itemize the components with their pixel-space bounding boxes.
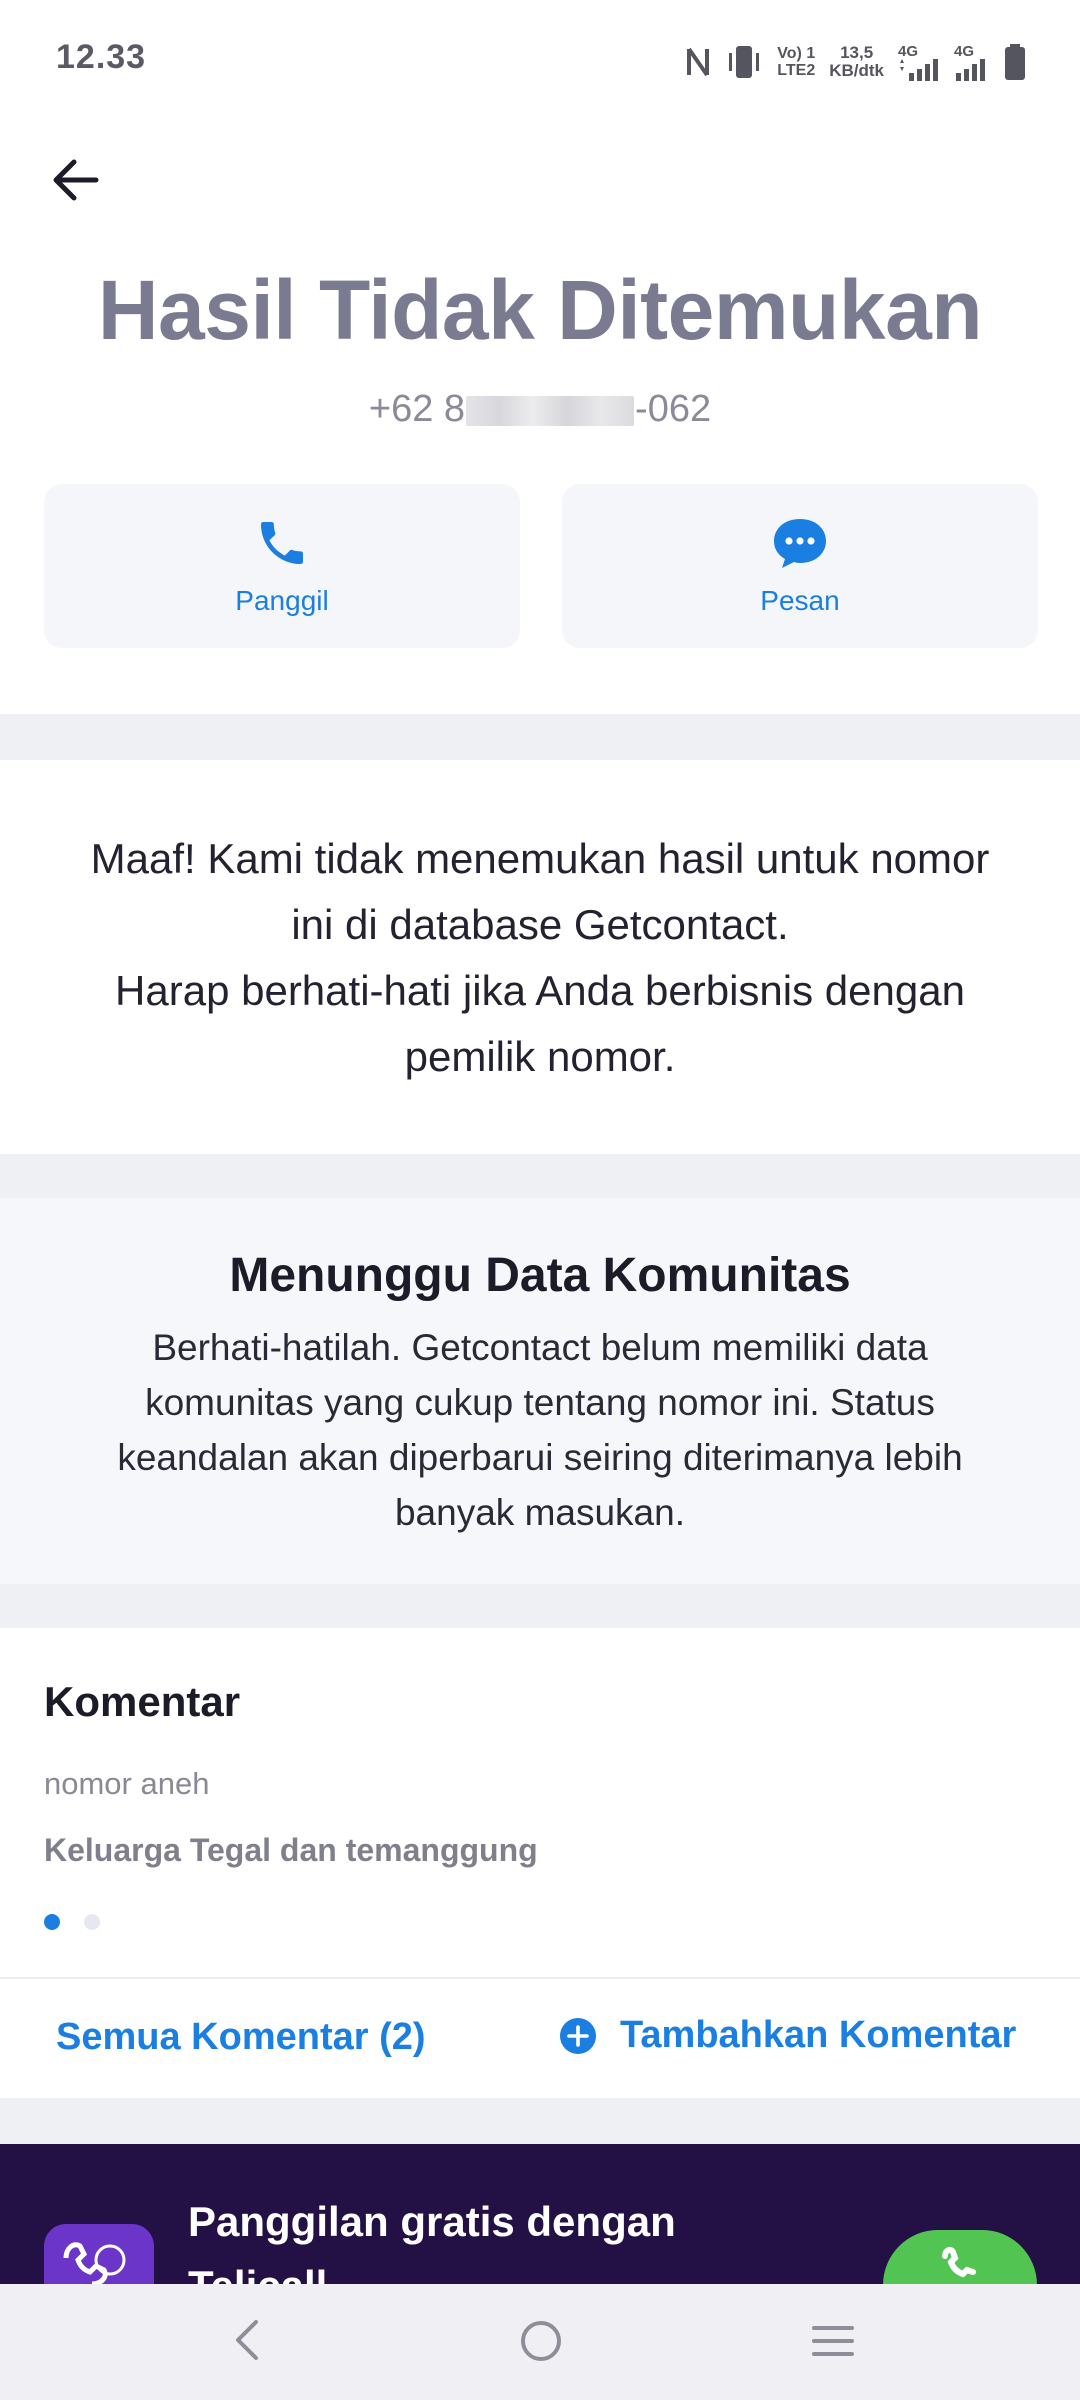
- volte-indicator: Vo) 1 LTE2: [777, 45, 816, 79]
- home-circle-icon: [521, 2321, 561, 2361]
- network-speed: 13,5 KB/dtk: [829, 43, 884, 80]
- carousel-dot-active[interactable]: [44, 1914, 60, 1930]
- community-description: Berhati-hatilah. Getcontact belum memili…: [117, 1327, 963, 1533]
- phone-icon: [942, 2246, 976, 2278]
- phone-icon: [261, 522, 303, 564]
- signal-bars-icon: [900, 58, 938, 81]
- vibrate-icon: [729, 46, 760, 78]
- signal-sim2: 4G: [954, 44, 990, 81]
- add-comment-label: Tambahkan Komentar: [620, 2014, 1017, 2056]
- all-comments-link[interactable]: Semua Komentar (2): [56, 2016, 426, 2059]
- add-comment-button[interactable]: Tambahkan Komentar: [558, 2014, 1016, 2057]
- nfc-icon: [687, 47, 710, 77]
- phone-number: +62 8 -062: [368, 388, 712, 430]
- call-label: Panggil: [235, 585, 329, 616]
- redacted-digits: [466, 395, 635, 426]
- message-button[interactable]: Pesan: [562, 484, 1038, 648]
- signal-sim1: 4G: [898, 44, 940, 81]
- section-divider: [0, 1584, 1080, 1628]
- section-divider: [0, 1154, 1080, 1200]
- menu-icon: [812, 2326, 854, 2356]
- nav-menu-button[interactable]: [810, 2320, 856, 2367]
- call-button[interactable]: Panggil: [44, 484, 520, 648]
- comments-title: Komentar: [44, 1678, 241, 1725]
- not-found-message: Maaf! Kami tidak menemukan hasil untuk n…: [90, 835, 990, 1080]
- chevron-left-icon: [236, 2320, 258, 2360]
- section-divider: [0, 2098, 1080, 2144]
- signal-bars-icon: [956, 58, 985, 81]
- comment-item[interactable]: Keluarga Tegal dan temanggung: [44, 1832, 538, 1869]
- battery-icon: [1005, 44, 1025, 80]
- section-divider: [0, 714, 1080, 760]
- back-button[interactable]: [44, 148, 108, 212]
- status-icons: Vo) 1 LTE2 13,5 KB/dtk 4G 4G: [685, 40, 1026, 84]
- divider-line: [0, 1977, 1080, 1979]
- chat-bubble-icon: [774, 519, 826, 568]
- telicall-logo-icon: [63, 2242, 126, 2287]
- nav-back-button[interactable]: [226, 2316, 270, 2369]
- comment-item[interactable]: nomor aneh: [44, 1766, 209, 1802]
- status-time: 12.33: [56, 38, 147, 76]
- arrow-left-icon: [53, 159, 99, 201]
- message-label: Pesan: [760, 585, 840, 616]
- community-title: Menunggu Data Komunitas: [229, 1249, 851, 1302]
- page-title: Hasil Tidak Ditemukan: [97, 263, 983, 357]
- nav-home-button[interactable]: [518, 2318, 564, 2369]
- carousel-dot[interactable]: [84, 1914, 100, 1930]
- plus-circle-icon: [560, 2017, 596, 2054]
